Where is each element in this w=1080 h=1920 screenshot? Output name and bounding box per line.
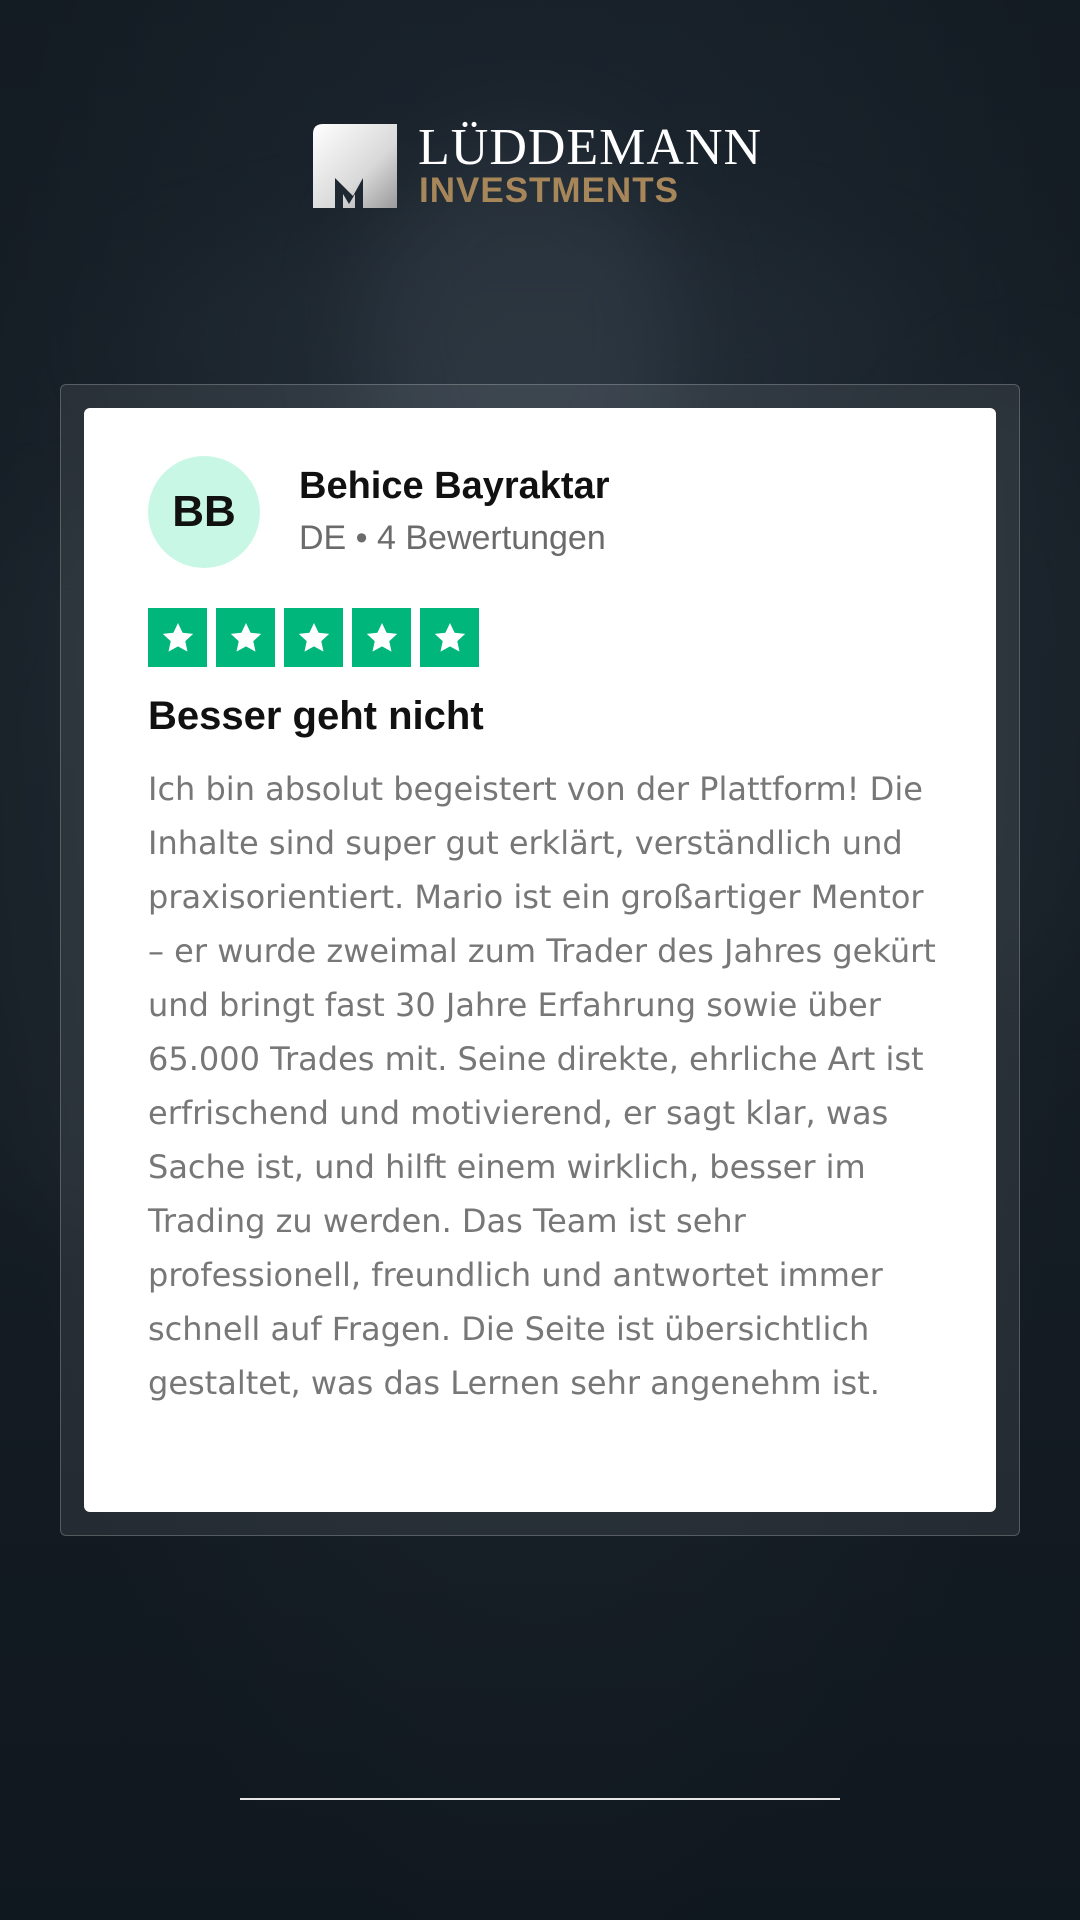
- star-icon: [284, 608, 343, 667]
- brand-name: LÜDDEMANN: [418, 119, 763, 176]
- star-icon: [216, 608, 275, 667]
- avatar: BB: [148, 456, 260, 568]
- divider: [240, 1798, 840, 1800]
- review-title: Besser geht nicht: [148, 694, 484, 738]
- review-body: Ich bin absolut begeistert von der Platt…: [148, 770, 936, 1402]
- reviewer-meta: DE • 4 Bewertungen: [299, 519, 606, 557]
- star-rating: [148, 608, 479, 667]
- reviewer-name: Behice Bayraktar: [299, 465, 610, 507]
- logo-mark-icon: [313, 124, 397, 208]
- star-icon: [148, 608, 207, 667]
- brand-subline: INVESTMENTS: [419, 171, 679, 210]
- brand-logo: LÜDDEMANN INVESTMENTS: [313, 120, 768, 210]
- star-icon: [420, 608, 479, 667]
- star-icon: [352, 608, 411, 667]
- review-card: BB Behice Bayraktar DE • 4 Bewertungen B…: [84, 408, 996, 1512]
